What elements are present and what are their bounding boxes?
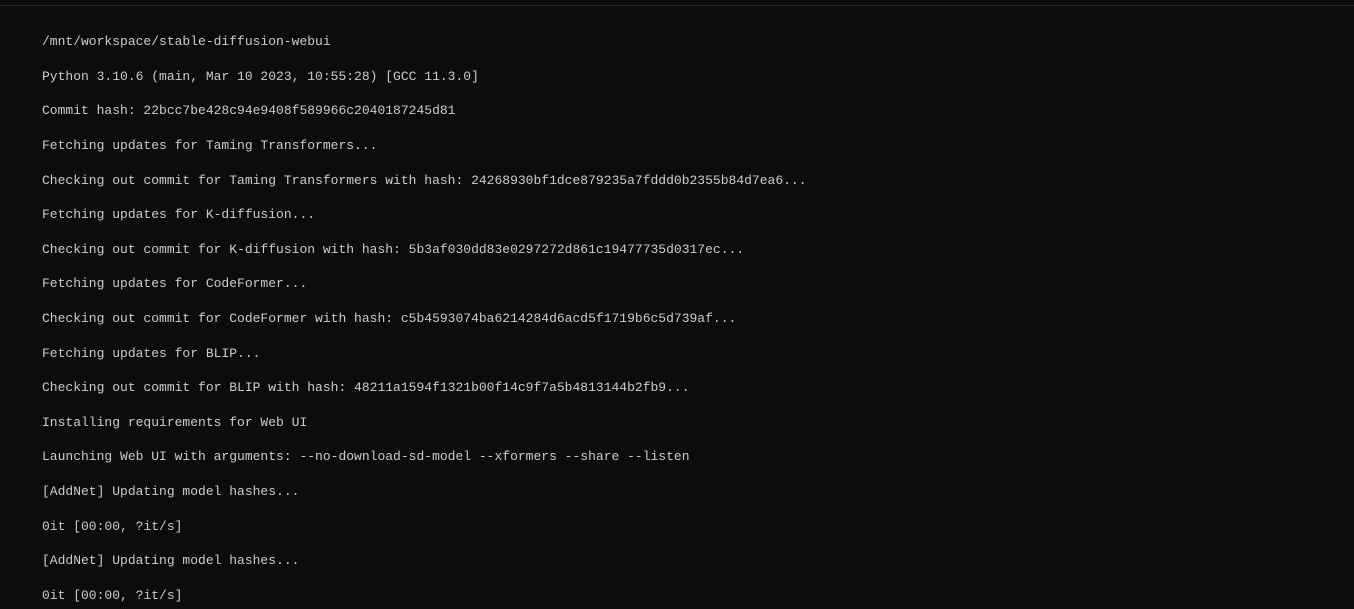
log-line: Checking out commit for Taming Transform…	[42, 172, 1354, 189]
log-line: 0it [00:00, ?it/s]	[42, 518, 1354, 535]
log-line: Checking out commit for BLIP with hash: …	[42, 379, 1354, 396]
log-line: Launching Web UI with arguments: --no-do…	[42, 448, 1354, 465]
log-line: [AddNet] Updating model hashes...	[42, 552, 1354, 569]
log-line: Python 3.10.6 (main, Mar 10 2023, 10:55:…	[42, 68, 1354, 85]
log-line: Fetching updates for K-diffusion...	[42, 206, 1354, 223]
log-line: Checking out commit for K-diffusion with…	[42, 241, 1354, 258]
terminal-output: /mnt/workspace/stable-diffusion-webui Py…	[0, 6, 1354, 609]
log-line: Fetching updates for BLIP...	[42, 345, 1354, 362]
log-line: 0it [00:00, ?it/s]	[42, 587, 1354, 604]
log-line: Installing requirements for Web UI	[42, 414, 1354, 431]
log-line: /mnt/workspace/stable-diffusion-webui	[42, 33, 1354, 50]
log-line: Fetching updates for CodeFormer...	[42, 275, 1354, 292]
log-line: Commit hash: 22bcc7be428c94e9408f589966c…	[42, 102, 1354, 119]
log-line: [AddNet] Updating model hashes...	[42, 483, 1354, 500]
log-line: Checking out commit for CodeFormer with …	[42, 310, 1354, 327]
log-line: Fetching updates for Taming Transformers…	[42, 137, 1354, 154]
